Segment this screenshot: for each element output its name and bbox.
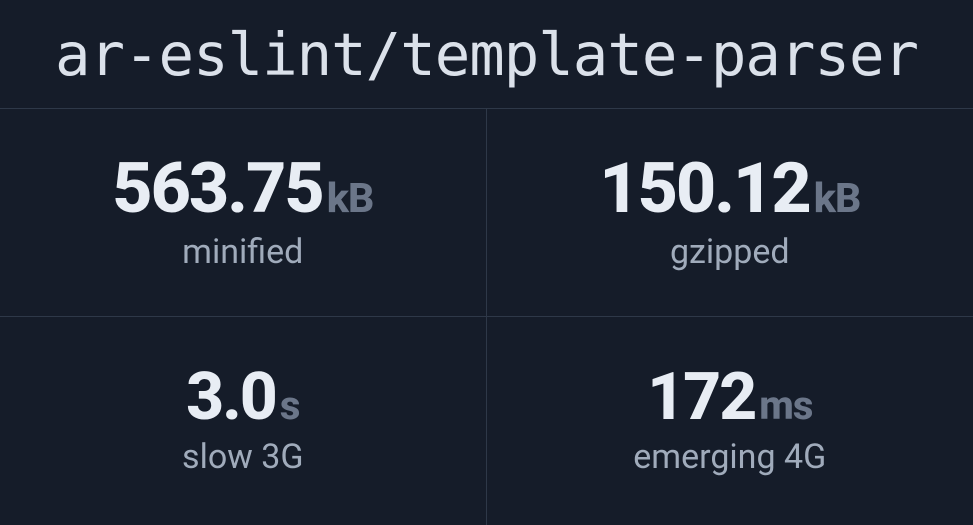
stats-grid: 563.75 kB minified 150.12 kB gzipped 3.0… xyxy=(0,108,973,525)
stat-value: 172 xyxy=(647,365,755,431)
stat-unit: ms xyxy=(759,382,812,429)
stat-value-row: 150.12 kB xyxy=(599,154,860,224)
stat-unit: kB xyxy=(327,175,374,223)
package-name: ar-eslint/template-parser xyxy=(55,20,918,89)
stat-label: gzipped xyxy=(670,232,790,272)
stat-slow-3g: 3.0 s slow 3G xyxy=(0,317,487,525)
stat-value-row: 172 ms xyxy=(647,365,812,431)
stat-emerging-4g: 172 ms emerging 4G xyxy=(487,317,973,525)
stat-value-row: 3.0 s xyxy=(186,365,299,431)
package-title-bar: ar-eslint/template-parser xyxy=(0,0,973,108)
stat-value-row: 563.75 kB xyxy=(112,154,373,224)
stat-gzipped: 150.12 kB gzipped xyxy=(487,109,973,317)
stat-label: emerging 4G xyxy=(633,437,826,477)
stat-value: 3.0 xyxy=(186,365,276,431)
stat-label: minified xyxy=(182,232,303,272)
stat-unit: s xyxy=(280,382,300,429)
stat-value: 150.12 xyxy=(599,154,810,224)
stat-minified: 563.75 kB minified xyxy=(0,109,487,317)
stat-value: 563.75 xyxy=(112,154,323,224)
stat-unit: kB xyxy=(814,175,861,223)
stat-label: slow 3G xyxy=(182,437,303,477)
